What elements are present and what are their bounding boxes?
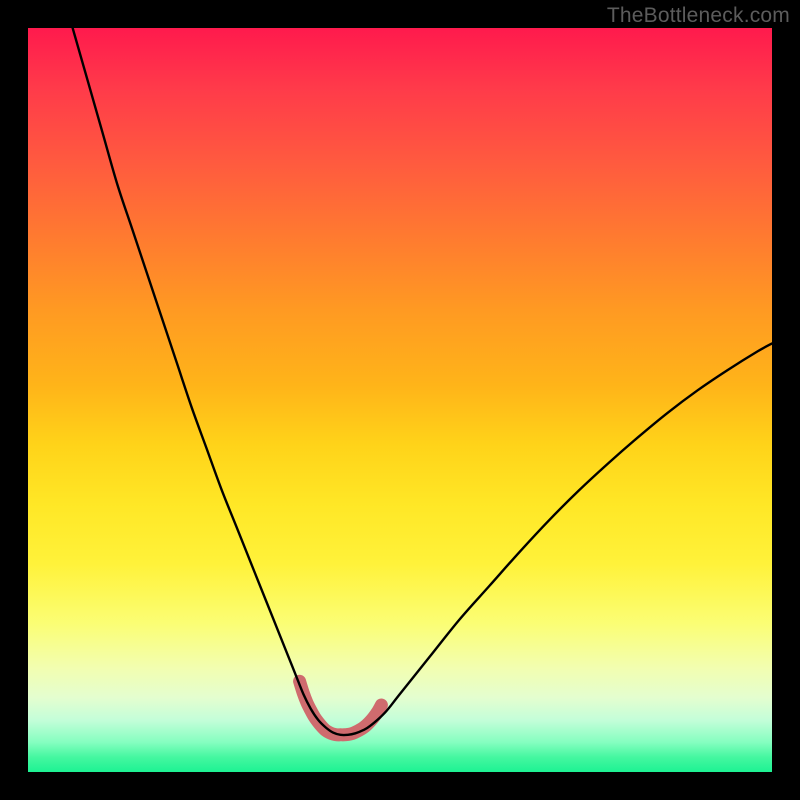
curve-layer (28, 28, 772, 772)
watermark-text: TheBottleneck.com (607, 4, 790, 28)
bottleneck-curve-path (73, 28, 772, 735)
chart-frame: TheBottleneck.com (0, 0, 800, 800)
plot-area (28, 28, 772, 772)
